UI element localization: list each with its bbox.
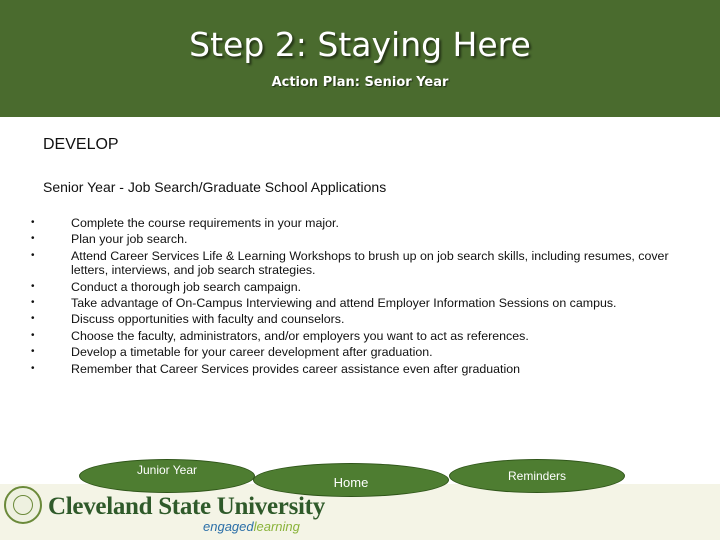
list-item: • Conduct a thorough job search campaign. xyxy=(31,280,691,295)
header-banner: Step 2: Staying Here Action Plan: Senior… xyxy=(0,0,720,117)
list-item: • Remember that Career Services provides … xyxy=(31,362,691,377)
university-seal-icon xyxy=(4,486,42,524)
list-item-text: Discuss opportunities with faculty and c… xyxy=(71,312,345,327)
reminders-button[interactable]: Reminders xyxy=(449,459,625,493)
list-item-text: Develop a timetable for your career deve… xyxy=(71,345,433,360)
section-subheading: Senior Year - Job Search/Graduate School… xyxy=(43,179,387,195)
bullet-icon: • xyxy=(31,233,35,245)
home-label: Home xyxy=(333,475,369,490)
bullet-icon: • xyxy=(31,329,35,341)
list-item-text: Remember that Career Services provides c… xyxy=(71,361,521,376)
bullet-icon: • xyxy=(31,217,35,228)
list-item-text: Plan your job search. xyxy=(71,232,188,247)
page-subtitle: Action Plan: Senior Year xyxy=(271,75,449,90)
bullet-icon: • xyxy=(31,346,35,358)
tagline: engagedlearning xyxy=(203,519,300,534)
list-item-text: Choose the faculty, administrators, and/… xyxy=(71,328,529,343)
page-title: Step 2: Staying Here xyxy=(189,25,531,64)
list-item: • Plan your job search. xyxy=(31,232,691,247)
junior-year-button[interactable]: Junior Year xyxy=(79,459,255,493)
bullet-icon: • xyxy=(31,313,35,325)
list-item: • Attend Career Services Life & Learning … xyxy=(31,249,691,278)
university-logo-text: Cleveland State University xyxy=(48,493,325,520)
list-item: • Choose the faculty, administrators, and… xyxy=(31,329,691,344)
tagline-part-1: engaged xyxy=(203,519,254,534)
list-item: • Take advantage of On-Campus Interviewin… xyxy=(31,296,691,311)
bullet-icon: • xyxy=(31,249,35,261)
list-item-text: Conduct a thorough job search campaign. xyxy=(71,279,302,294)
junior-year-label: Junior Year xyxy=(136,463,198,477)
reminders-label: Reminders xyxy=(507,469,567,483)
home-button[interactable]: Home xyxy=(253,463,449,497)
bullet-icon: • xyxy=(31,280,35,292)
section-heading: DEVELOP xyxy=(43,136,119,153)
list-item-text: Take advantage of On-Campus Interviewing… xyxy=(71,296,617,311)
list-item-text: Complete the course requirements in your… xyxy=(71,216,339,230)
tagline-part-2: learning xyxy=(253,519,300,534)
bullet-list: • Complete the course requirements in you… xyxy=(31,216,691,378)
list-item: • Complete the course requirements in you… xyxy=(31,216,691,231)
list-item: • Develop a timetable for your career dev… xyxy=(31,345,691,360)
list-item: • Discuss opportunities with faculty and … xyxy=(31,312,691,327)
bullet-icon: • xyxy=(31,362,35,374)
list-item-text: Attend Career Services Life & Learning W… xyxy=(71,248,669,278)
bullet-icon: • xyxy=(31,297,35,309)
